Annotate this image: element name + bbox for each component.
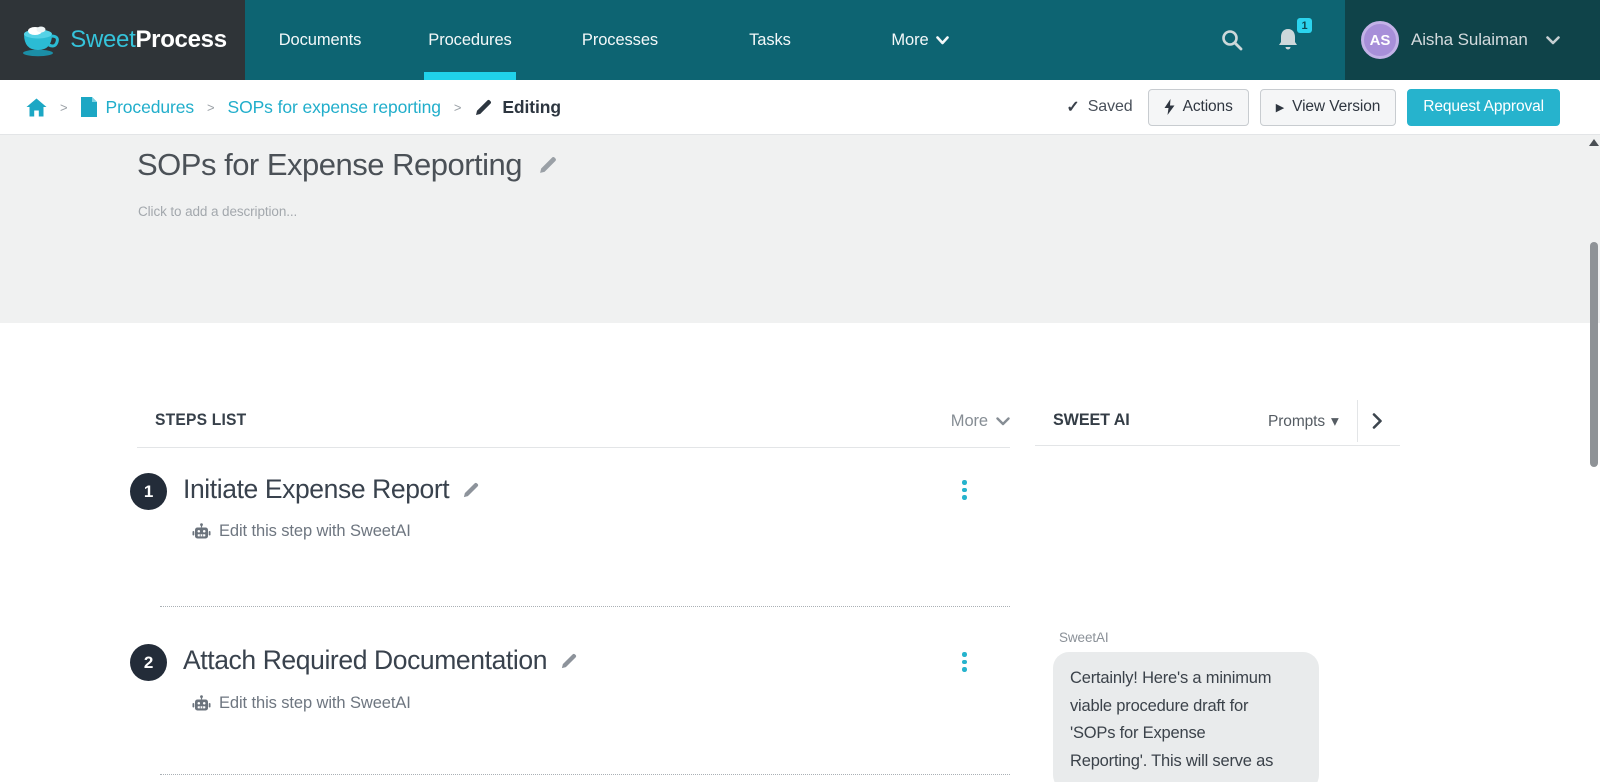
- step-2-edit-with-ai[interactable]: Edit this step with SweetAI: [192, 694, 411, 713]
- brand-name: SweetProcess: [70, 26, 227, 53]
- breadcrumb-link-sop[interactable]: SOPs for expense reporting: [228, 97, 441, 118]
- search-button[interactable]: [1216, 24, 1248, 56]
- check-icon: ✓: [1066, 99, 1080, 116]
- step-1-title[interactable]: Initiate Expense Report: [183, 474, 480, 505]
- chat-message-bubble: Certainly! Here's a minimum viable proce…: [1053, 652, 1319, 782]
- pencil-icon[interactable]: [560, 652, 578, 670]
- breadcrumb-separator: >: [453, 99, 462, 115]
- chat-sender-label: SweetAI: [1059, 630, 1109, 645]
- breadcrumb-separator: >: [207, 99, 215, 115]
- scrollbar-up-arrow[interactable]: [1589, 139, 1599, 146]
- breadcrumb: > Procedures > SOPs for expense reportin…: [26, 80, 561, 134]
- step-number-badge: 2: [130, 644, 167, 681]
- pencil-icon: [474, 98, 493, 117]
- procedure-header: SOPs for Expense Reporting Click to add …: [0, 135, 1600, 323]
- top-nav: SweetProcess Documents Procedures Proces…: [0, 0, 1600, 80]
- robot-icon: [192, 523, 211, 540]
- step-2-menu-button[interactable]: [958, 648, 971, 676]
- request-approval-button[interactable]: Request Approval: [1407, 88, 1560, 126]
- step-1-menu-button[interactable]: [958, 476, 971, 504]
- breadcrumb-current: Editing: [474, 97, 561, 118]
- scrollbar-thumb[interactable]: [1590, 242, 1598, 467]
- steps-header-divider: [137, 447, 1010, 448]
- pencil-icon[interactable]: [462, 481, 480, 499]
- avatar: AS: [1361, 21, 1399, 59]
- step-divider: [160, 606, 1010, 607]
- brand-logo[interactable]: SweetProcess: [0, 0, 245, 80]
- document-icon: [80, 97, 97, 117]
- nav-item-tasks[interactable]: Tasks: [695, 0, 845, 80]
- steps-more-menu[interactable]: More: [895, 412, 1010, 431]
- step-divider: [160, 774, 1010, 775]
- robot-icon: [192, 695, 211, 712]
- breadcrumb-bar: > Procedures > SOPs for expense reportin…: [0, 80, 1600, 135]
- actions-button[interactable]: Actions: [1147, 88, 1249, 126]
- lightning-icon: [1164, 99, 1175, 115]
- prompts-dropdown[interactable]: Prompts ▾: [1268, 412, 1339, 431]
- nav-item-more[interactable]: More: [845, 0, 995, 80]
- collapse-panel-button[interactable]: [1366, 408, 1388, 434]
- nav-item-procedures[interactable]: Procedures: [395, 0, 545, 80]
- pencil-icon[interactable]: [538, 155, 558, 175]
- toolbar-actions: ✓ Saved Actions ▶ View Version Request A…: [1066, 80, 1560, 134]
- breadcrumb-link-procedures[interactable]: Procedures: [80, 97, 194, 118]
- view-version-button[interactable]: ▶ View Version: [1259, 88, 1397, 126]
- procedure-title[interactable]: SOPs for Expense Reporting: [137, 147, 523, 183]
- chevron-down-icon: [1545, 35, 1560, 45]
- sweet-ai-heading: SWEET AI: [1053, 410, 1130, 429]
- nav-item-processes[interactable]: Processes: [545, 0, 695, 80]
- notifications-button[interactable]: 1: [1272, 18, 1312, 56]
- caret-down-icon: ▾: [1331, 413, 1339, 430]
- breadcrumb-separator: >: [60, 99, 68, 115]
- step-2-title[interactable]: Attach Required Documentation: [183, 645, 578, 676]
- play-icon: ▶: [1275, 101, 1285, 114]
- coffee-cup-icon: [18, 22, 62, 58]
- description-placeholder[interactable]: Click to add a description...: [138, 204, 297, 219]
- notification-badge: 1: [1297, 18, 1312, 33]
- search-icon: [1220, 28, 1244, 52]
- panel-divider: [1357, 400, 1358, 442]
- panel-header-divider: [1035, 445, 1400, 446]
- nav-links: Documents Procedures Processes Tasks Mor…: [245, 0, 995, 80]
- steps-list-heading: STEPS LIST: [155, 410, 247, 429]
- chevron-down-icon: [996, 417, 1010, 426]
- chevron-right-icon: [1372, 413, 1382, 429]
- saved-status: ✓ Saved: [1066, 98, 1133, 116]
- home-icon[interactable]: [26, 98, 47, 117]
- step-number-badge: 1: [130, 473, 167, 510]
- nav-item-documents[interactable]: Documents: [245, 0, 395, 80]
- chevron-down-icon: [935, 35, 949, 45]
- page: SweetProcess Documents Procedures Proces…: [0, 0, 1600, 782]
- user-menu[interactable]: AS Aisha Sulaiman: [1345, 0, 1600, 80]
- user-name: Aisha Sulaiman: [1411, 30, 1528, 49]
- chat-message-text: Certainly! Here's a minimum viable proce…: [1070, 669, 1274, 770]
- step-1-edit-with-ai[interactable]: Edit this step with SweetAI: [192, 522, 411, 541]
